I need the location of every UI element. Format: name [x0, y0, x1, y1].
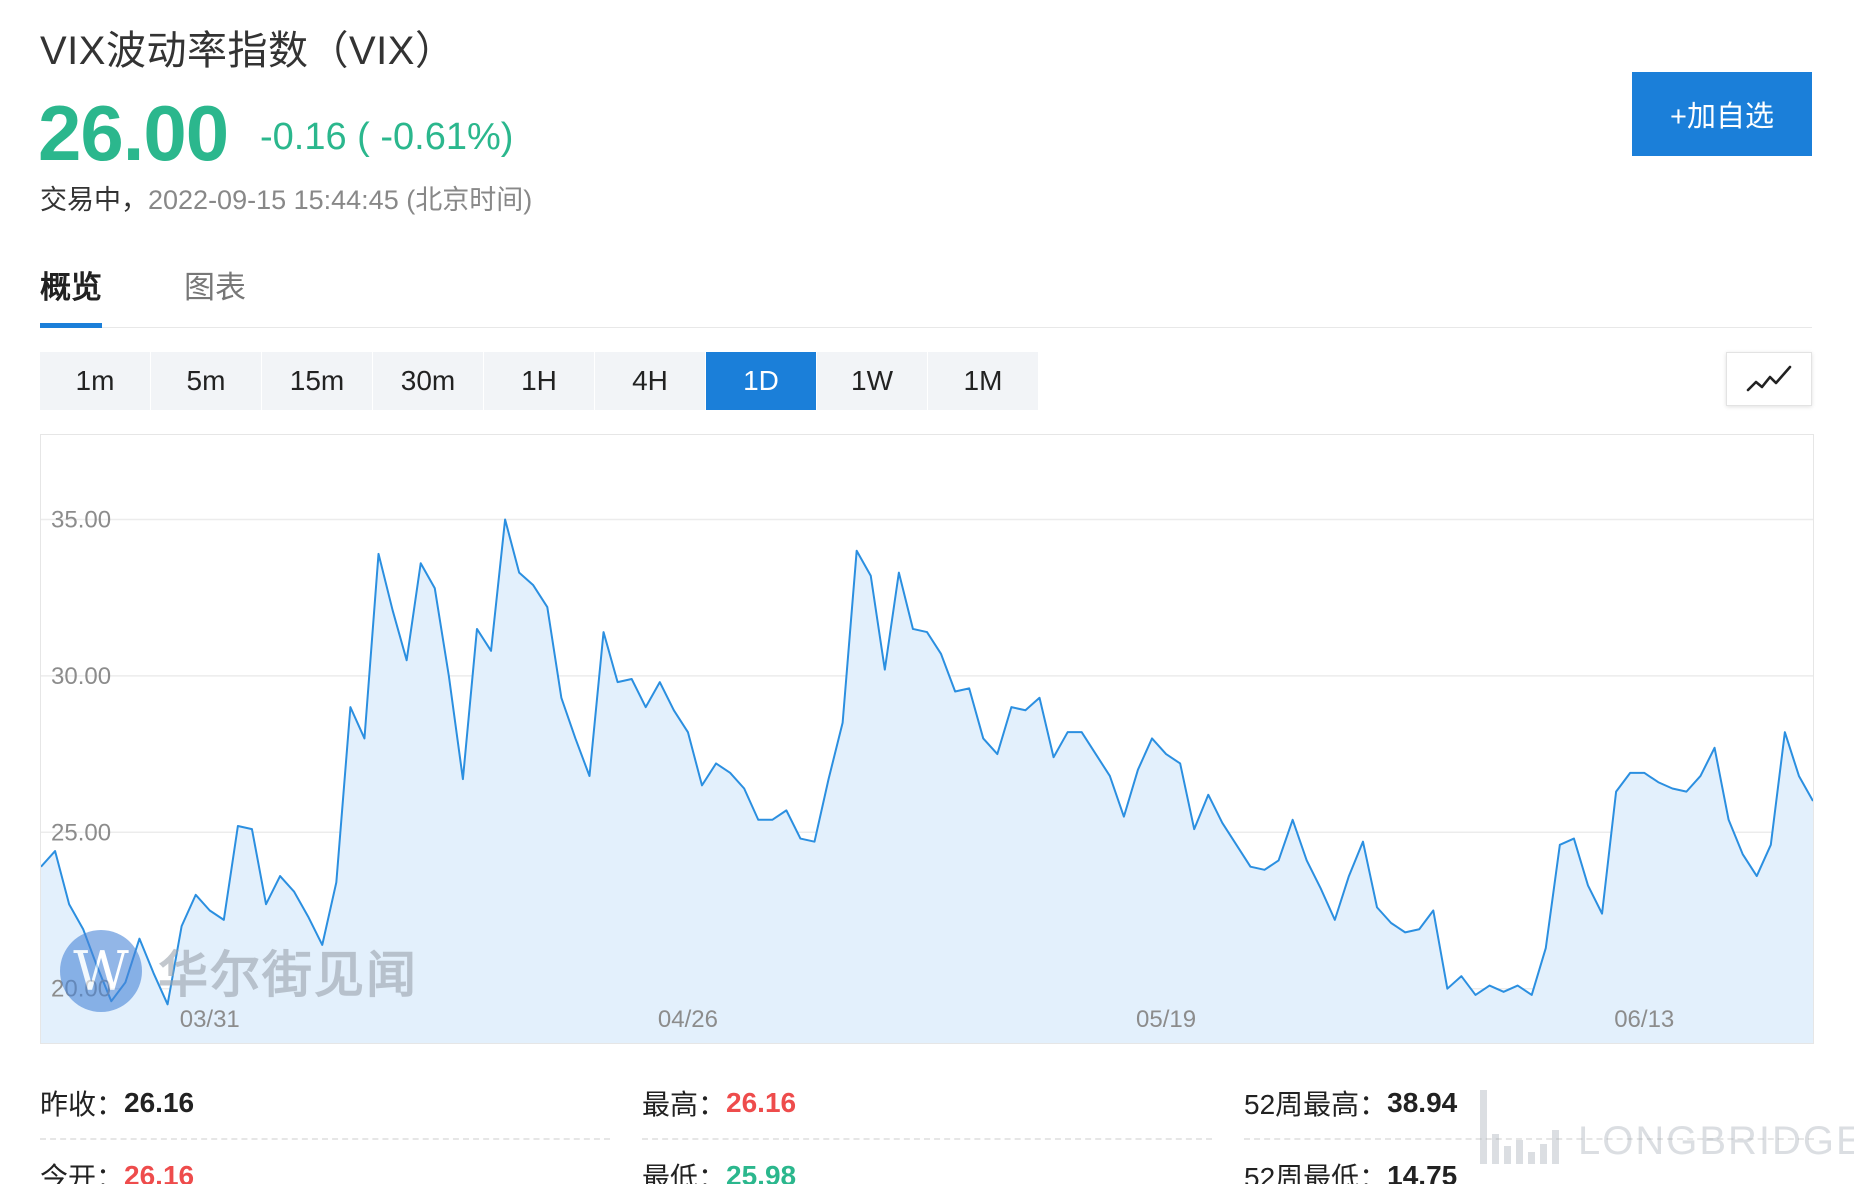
tab-bar: 概览 图表: [40, 262, 1812, 328]
x-tick-label: 06/13: [1614, 1006, 1674, 1033]
stat-value: 38.94: [1387, 1087, 1458, 1118]
range-1m-button[interactable]: 1m: [40, 352, 150, 410]
y-tick-label: 35.00: [51, 506, 111, 533]
x-tick-label: 05/19: [1136, 1006, 1196, 1033]
stat-open: 今开： 26.16: [40, 1140, 610, 1184]
tab-overview[interactable]: 概览: [40, 262, 102, 328]
page-title: VIX波动率指数（VIX）: [40, 29, 456, 73]
y-tick-label: 25.00: [51, 819, 111, 846]
range-15m-button[interactable]: 15m: [262, 352, 372, 410]
trading-status: 交易中，: [40, 185, 148, 215]
stat-label: 最高：: [642, 1089, 727, 1120]
time-range-selector: 1m 5m 15m 30m 1H 4H 1D 1W 1M: [40, 352, 1039, 410]
stats-column-1: 昨收： 26.16 今开： 26.16: [40, 1068, 610, 1184]
range-5m-button[interactable]: 5m: [151, 352, 261, 410]
range-1w-button[interactable]: 1W: [817, 352, 927, 410]
timestamp: 2022-09-15 15:44:45 (北京时间): [148, 185, 533, 215]
range-30m-button[interactable]: 30m: [373, 352, 483, 410]
y-tick-label: 30.00: [51, 663, 111, 690]
range-1d-button[interactable]: 1D: [706, 352, 816, 410]
x-tick-label: 04/26: [658, 1006, 718, 1033]
line-chart-icon: [1746, 365, 1792, 392]
stat-label: 最低：: [642, 1162, 727, 1184]
stat-value: 25.98: [726, 1160, 797, 1184]
stat-label: 昨收：: [40, 1089, 125, 1120]
longbridge-watermark: LONGBRIDGE: [1480, 1090, 1854, 1164]
range-1h-button[interactable]: 1H: [484, 352, 594, 410]
stat-value: 26.16: [124, 1160, 195, 1184]
price-change: -0.16 ( -0.61%): [260, 116, 514, 158]
stat-low: 最低： 25.98: [642, 1140, 1212, 1184]
longbridge-text: LONGBRIDGE: [1578, 1119, 1854, 1163]
add-to-watchlist-button[interactable]: +加自选: [1632, 72, 1812, 156]
chart-type-toggle-button[interactable]: [1726, 352, 1812, 406]
stat-value: 14.75: [1387, 1160, 1458, 1184]
longbridge-logo-icon: [1480, 1090, 1564, 1164]
wallstreetcn-logo: W: [60, 930, 142, 1012]
tab-chart[interactable]: 图表: [184, 262, 246, 329]
stat-label: 52周最高：: [1244, 1089, 1388, 1120]
trading-status-line: 交易中，2022-09-15 15:44:45 (北京时间): [40, 178, 532, 217]
stat-label: 今开：: [40, 1162, 125, 1184]
current-price: 26.00: [38, 89, 229, 177]
stat-high: 最高： 26.16: [642, 1068, 1212, 1140]
stat-value: 26.16: [124, 1087, 195, 1118]
stat-value: 26.16: [726, 1087, 797, 1118]
stat-prev-close: 昨收： 26.16: [40, 1068, 610, 1140]
stats-column-2: 最高： 26.16 最低： 25.98: [642, 1068, 1212, 1184]
stat-label: 52周最低：: [1244, 1162, 1388, 1184]
wallstreetcn-watermark: W 华尔街见闻: [60, 930, 418, 1012]
watermark-text: 华尔街见闻: [158, 945, 418, 1004]
range-1mo-button[interactable]: 1M: [928, 352, 1038, 410]
range-4h-button[interactable]: 4H: [595, 352, 705, 410]
